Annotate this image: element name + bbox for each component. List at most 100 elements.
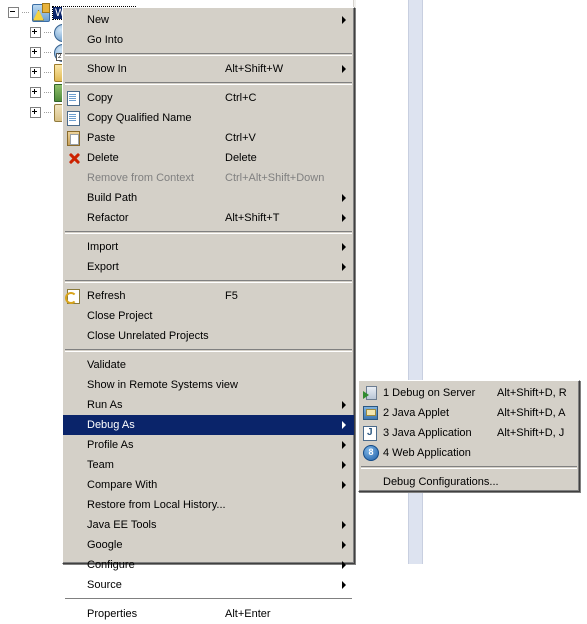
tree-expand-toggle[interactable]	[30, 27, 41, 38]
tree-connector-line	[44, 112, 52, 113]
menu-separator	[65, 231, 352, 234]
submenu-item-4-web-application[interactable]: 4 Web Application	[359, 443, 579, 463]
tree-expand-toggle[interactable]	[30, 107, 41, 118]
menu-item-copy-qualified-name[interactable]: Copy Qualified Name	[63, 108, 354, 128]
paste-icon	[67, 130, 80, 146]
menu-item-label: Close Unrelated Projects	[87, 330, 209, 342]
menu-item-shortcut: Alt+Shift+T	[225, 212, 280, 224]
menu-item-label: Compare With	[87, 479, 158, 491]
menu-item-validate[interactable]: Validate	[63, 355, 354, 375]
menu-item-shortcut: Alt+Shift+W	[225, 63, 284, 75]
debug-as-submenu[interactable]: 1 Debug on Server Alt+Shift+D, R 2 Java Ap…	[358, 380, 580, 492]
menu-item-show-in[interactable]: Show In Alt+Shift+W	[63, 59, 354, 79]
copy-icon	[67, 89, 84, 106]
menu-item-label: Build Path	[87, 192, 138, 204]
menu-item-shortcut: F5	[225, 290, 238, 302]
menu-separator	[65, 82, 352, 85]
menu-item-debug-as[interactable]: Debug As	[63, 415, 354, 435]
menu-item-go-into[interactable]: Go Into	[63, 30, 354, 50]
menu-item-shortcut: Alt+Shift+D, R	[497, 387, 567, 399]
project-icon	[32, 2, 50, 22]
submenu-arrow-icon	[342, 194, 346, 202]
menu-item-shortcut: Alt+Shift+D, J	[497, 427, 565, 439]
menu-item-label: 1 Debug on Server	[383, 387, 476, 399]
tree-expand-toggle[interactable]	[30, 87, 41, 98]
menu-item-shortcut: Ctrl+Alt+Shift+Down	[225, 172, 325, 184]
submenu-arrow-icon	[342, 481, 346, 489]
menu-item-label: Properties	[87, 608, 138, 620]
menu-separator	[65, 53, 352, 56]
menu-item-compare-with[interactable]: Compare With	[63, 475, 354, 495]
menu-item-source[interactable]: Source	[63, 575, 354, 595]
menu-separator	[361, 466, 577, 469]
menu-item-label: Google	[87, 539, 123, 551]
submenu-item-debug-configurations[interactable]: Debug Configurations...	[359, 472, 579, 492]
submenu-arrow-icon	[342, 263, 346, 271]
submenu-item-1-debug-on-server[interactable]: 1 Debug on Server Alt+Shift+D, R	[359, 383, 579, 403]
menu-item-configure[interactable]: Configure	[63, 555, 354, 575]
submenu-arrow-icon	[342, 65, 346, 73]
submenu-arrow-icon	[342, 561, 346, 569]
menu-item-label: 2 Java Applet	[383, 407, 450, 419]
menu-item-label: Run As	[87, 399, 123, 411]
menu-item-properties[interactable]: Properties Alt+Enter	[63, 604, 354, 624]
tree-expand-toggle[interactable]	[30, 67, 41, 78]
menu-item-java-ee-tools[interactable]: Java EE Tools	[63, 515, 354, 535]
menu-item-label: Show In	[87, 63, 127, 75]
menu-item-label: Remove from Context	[87, 172, 194, 184]
tree-connector-line	[22, 12, 30, 13]
menu-item-copy[interactable]: Copy Ctrl+C	[63, 88, 354, 108]
menu-item-restore-from-local-history[interactable]: Restore from Local History...	[63, 495, 354, 515]
menu-item-label: Debug Configurations...	[383, 476, 499, 488]
menu-item-profile-as[interactable]: Profile As	[63, 435, 354, 455]
menu-item-run-as[interactable]: Run As	[63, 395, 354, 415]
menu-item-build-path[interactable]: Build Path	[63, 188, 354, 208]
menu-item-new[interactable]: New	[63, 10, 354, 30]
menu-item-label: 3 Java Application	[383, 427, 472, 439]
menu-item-label: Refresh	[87, 290, 126, 302]
menu-item-label: Show in Remote Systems view	[87, 379, 238, 391]
menu-item-import[interactable]: Import	[63, 237, 354, 257]
menu-item-team[interactable]: Team	[63, 455, 354, 475]
menu-item-label: Profile As	[87, 439, 134, 451]
menu-item-google[interactable]: Google	[63, 535, 354, 555]
menu-separator	[65, 598, 352, 601]
menu-item-label: Close Project	[87, 310, 153, 322]
menu-item-delete[interactable]: Delete Delete	[63, 148, 354, 168]
menu-item-refresh[interactable]: Refresh F5	[63, 286, 354, 306]
menu-item-label: Import	[87, 241, 119, 253]
menu-separator	[65, 280, 352, 283]
menu-item-export[interactable]: Export	[63, 257, 354, 277]
menu-item-close-unrelated-projects[interactable]: Close Unrelated Projects	[63, 326, 354, 346]
copy-qualified-icon	[67, 109, 84, 126]
submenu-arrow-icon	[342, 441, 346, 449]
submenu-arrow-icon	[342, 461, 346, 469]
menu-item-label: Copy Qualified Name	[87, 112, 192, 124]
menu-item-paste[interactable]: Paste Ctrl+V	[63, 128, 354, 148]
menu-item-show-in-remote-systems-view[interactable]: Show in Remote Systems view	[63, 375, 354, 395]
submenu-arrow-icon	[342, 214, 346, 222]
menu-item-label: Restore from Local History...	[87, 499, 226, 511]
tree-connector-line	[44, 32, 52, 33]
tree-collapse-toggle[interactable]	[8, 7, 19, 18]
menu-item-label: Copy	[87, 92, 113, 104]
delete-icon	[67, 151, 81, 165]
menu-item-label: Team	[87, 459, 114, 471]
menu-item-refactor[interactable]: Refactor Alt+Shift+T	[63, 208, 354, 228]
submenu-item-2-java-applet[interactable]: 2 Java Applet Alt+Shift+D, A	[359, 403, 579, 423]
debug-server-icon	[363, 386, 377, 400]
menu-item-shortcut: Alt+Shift+D, A	[497, 407, 566, 419]
menu-item-label: New	[87, 14, 110, 26]
submenu-arrow-icon	[342, 521, 346, 529]
menu-item-label: Paste	[87, 132, 116, 144]
tree-expand-toggle[interactable]	[30, 47, 41, 58]
menu-item-label: Delete	[87, 152, 119, 164]
submenu-arrow-icon	[342, 243, 346, 251]
submenu-arrow-icon	[342, 541, 346, 549]
submenu-item-3-java-application[interactable]: 3 Java Application Alt+Shift+D, J	[359, 423, 579, 443]
menu-item-close-project[interactable]: Close Project	[63, 306, 354, 326]
menu-item-shortcut: Ctrl+C	[225, 92, 257, 104]
web-app-icon	[363, 445, 379, 461]
tree-connector-line	[44, 52, 52, 53]
project-context-menu[interactable]: New Go Into Show In Alt+Shift+W Copy Ctrl+C Co…	[62, 7, 355, 620]
